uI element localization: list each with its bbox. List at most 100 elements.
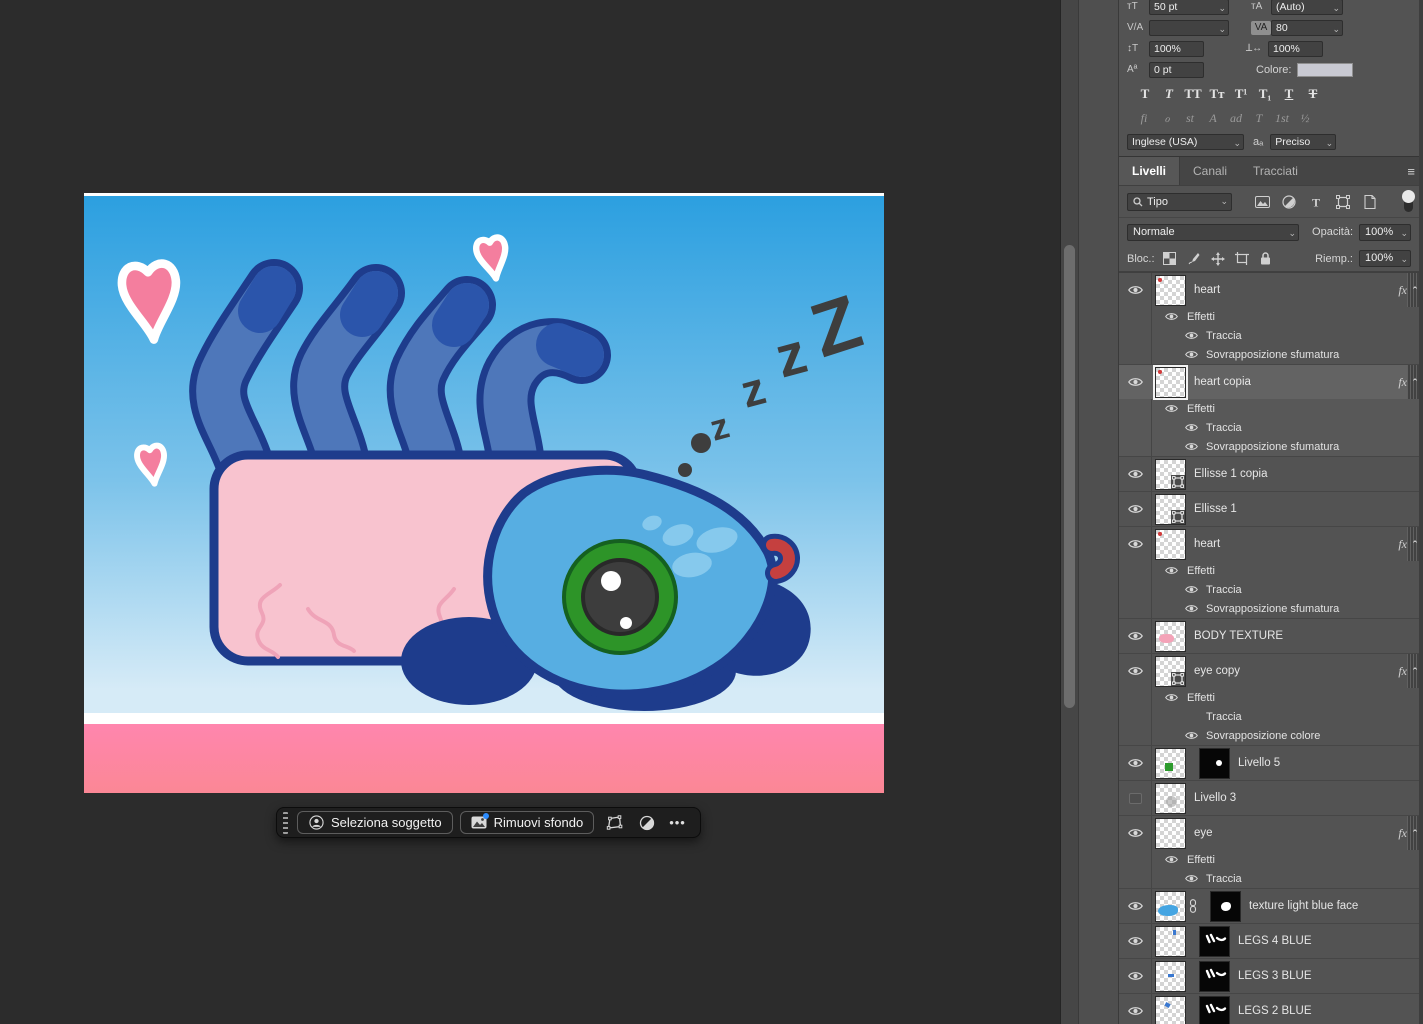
opentype-button-6[interactable]: 1st [1273, 111, 1291, 126]
layer-visibility-toggle[interactable] [1119, 365, 1151, 399]
layer-row-livello-5[interactable]: Livello 5 [1119, 746, 1423, 780]
layer-thumbnail[interactable] [1155, 818, 1186, 849]
effect-visibility-toggle[interactable] [1185, 874, 1198, 883]
layer-visibility-toggle[interactable] [1119, 959, 1151, 993]
layer-thumbnail[interactable] [1155, 961, 1186, 992]
antialias-combo[interactable]: Preciso⌄ [1270, 134, 1336, 150]
layer-visibility-toggle[interactable] [1119, 889, 1151, 923]
opentype-button-2[interactable]: st [1181, 111, 1199, 126]
fx-badge[interactable]: fx [1398, 664, 1407, 679]
tab-canali[interactable]: Canali [1180, 157, 1240, 185]
type-style-button-0[interactable]: T [1135, 86, 1155, 102]
layer-row-legs-2-blue[interactable]: LEGS 2 BLUE [1119, 994, 1423, 1024]
mask-link-icon[interactable] [1188, 899, 1197, 913]
tab-tracciati[interactable]: Tracciati [1240, 157, 1311, 185]
layer-visibility-toggle[interactable] [1119, 781, 1151, 815]
blend-mode-combo[interactable]: Normale⌄ [1127, 224, 1299, 241]
effect-visibility-toggle[interactable] [1165, 404, 1178, 413]
fx-badge[interactable]: fx [1398, 283, 1407, 298]
font-size-combo[interactable]: 50 pt⌄ [1149, 0, 1229, 15]
layer-effect-row[interactable]: Traccia [1119, 869, 1423, 888]
layer-effect-row[interactable]: Traccia [1119, 326, 1423, 345]
horizontal-scale-field[interactable]: 100% [1268, 41, 1323, 57]
effect-visibility-toggle[interactable] [1185, 585, 1198, 594]
fill-combo[interactable]: 100%⌄ [1359, 250, 1411, 267]
effect-visibility-toggle[interactable] [1165, 855, 1178, 864]
pixel-layer-filter-icon[interactable] [1254, 194, 1270, 210]
layer-row-texture-light-blue-face[interactable]: texture light blue face [1119, 889, 1423, 923]
layer-effect-row[interactable]: Traccia [1119, 580, 1423, 599]
layer-visibility-toggle[interactable] [1119, 527, 1151, 561]
opentype-button-0[interactable]: fi [1135, 111, 1153, 126]
layer-thumbnail[interactable] [1155, 996, 1186, 1024]
layer-effect-row[interactable]: Effetti [1119, 688, 1423, 707]
layer-effect-row[interactable]: Sovrapposizione sfumatura [1119, 345, 1423, 364]
language-combo[interactable]: Inglese (USA)⌄ [1127, 134, 1244, 150]
layer-row-ellisse-1[interactable]: Ellisse 1 [1119, 492, 1423, 526]
remove-background-button[interactable]: Rimuovi sfondo [460, 811, 595, 834]
opentype-button-1[interactable]: ℴ [1158, 111, 1176, 126]
layer-visibility-toggle[interactable] [1119, 619, 1151, 653]
filter-type-combo[interactable]: Tipo ⌄ [1127, 193, 1232, 211]
layer-thumbnail[interactable] [1155, 529, 1186, 560]
lock-paint-icon[interactable] [1187, 252, 1201, 266]
type-layer-filter-icon[interactable]: T [1308, 194, 1324, 210]
effect-visibility-toggle[interactable] [1165, 566, 1178, 575]
leading-combo[interactable]: (Auto)⌄ [1271, 0, 1343, 15]
layer-effect-row[interactable]: Effetti [1119, 850, 1423, 869]
type-style-button-4[interactable]: T¹ [1231, 86, 1251, 102]
layer-effect-row[interactable]: Effetti [1119, 399, 1423, 418]
layer-row-heart[interactable]: heartfx⌃ [1119, 273, 1423, 307]
tracking-combo[interactable]: 80⌄ [1271, 20, 1343, 36]
filter-toggle-switch[interactable] [1402, 190, 1415, 214]
layer-thumbnail[interactable] [1155, 494, 1186, 525]
layer-effect-row[interactable]: Sovrapposizione colore [1119, 726, 1423, 745]
opentype-button-4[interactable]: ad [1227, 111, 1245, 126]
layer-visibility-toggle[interactable] [1119, 492, 1151, 526]
vertical-scale-field[interactable]: 100% [1149, 41, 1204, 57]
layer-mask-thumbnail[interactable] [1210, 891, 1241, 922]
layer-thumbnail[interactable] [1155, 783, 1186, 814]
adjustments-icon[interactable] [634, 811, 660, 834]
lock-transparency-icon[interactable] [1163, 252, 1177, 266]
kerning-combo[interactable]: ⌄ [1149, 20, 1229, 36]
layer-visibility-toggle[interactable] [1119, 654, 1151, 688]
layer-row-heart[interactable]: heartfx⌃ [1119, 527, 1423, 561]
layer-row-livello-3[interactable]: Livello 3 [1119, 781, 1423, 815]
effect-visibility-toggle[interactable] [1185, 604, 1198, 613]
smart-object-filter-icon[interactable] [1362, 194, 1378, 210]
layer-thumbnail[interactable] [1155, 621, 1186, 652]
layer-effect-row[interactable]: Traccia [1119, 707, 1423, 726]
layer-thumbnail[interactable] [1155, 891, 1186, 922]
layer-visibility-toggle[interactable] [1119, 746, 1151, 780]
layer-visibility-toggle[interactable] [1119, 994, 1151, 1024]
layer-effect-row[interactable]: Effetti [1119, 307, 1423, 326]
type-style-button-7[interactable]: Ŧ [1303, 86, 1323, 102]
type-style-button-3[interactable]: Tᴛ [1207, 86, 1227, 102]
layer-mask-thumbnail[interactable] [1199, 996, 1230, 1024]
effect-visibility-toggle[interactable] [1185, 331, 1198, 340]
layer-row-legs-4-blue[interactable]: LEGS 4 BLUE [1119, 924, 1423, 958]
layer-row-ellisse-1-copia[interactable]: Ellisse 1 copia [1119, 457, 1423, 491]
layer-thumbnail[interactable] [1155, 656, 1186, 687]
layer-effect-row[interactable]: Sovrapposizione sfumatura [1119, 437, 1423, 456]
tab-livelli[interactable]: Livelli [1119, 157, 1180, 185]
shape-layer-filter-icon[interactable] [1335, 194, 1351, 210]
type-style-button-5[interactable]: T₁ [1255, 86, 1275, 102]
effect-visibility-toggle[interactable] [1165, 693, 1178, 702]
layer-effect-row[interactable]: Sovrapposizione sfumatura [1119, 599, 1423, 618]
opentype-button-7[interactable]: ½ [1296, 111, 1314, 126]
effect-visibility-toggle[interactable] [1185, 350, 1198, 359]
layer-effect-row[interactable]: Effetti [1119, 561, 1423, 580]
text-color-swatch[interactable] [1297, 63, 1353, 77]
fx-badge[interactable]: fx [1398, 826, 1407, 841]
layer-thumbnail[interactable] [1155, 748, 1186, 779]
layer-visibility-toggle[interactable] [1119, 273, 1151, 307]
layer-mask-thumbnail[interactable] [1199, 926, 1230, 957]
layer-visibility-toggle[interactable] [1119, 457, 1151, 491]
layer-effect-row[interactable]: Traccia [1119, 418, 1423, 437]
more-options-button[interactable]: ••• [667, 815, 688, 830]
layer-thumbnail[interactable] [1155, 275, 1186, 306]
opentype-button-5[interactable]: T [1250, 111, 1268, 126]
adjustment-layer-filter-icon[interactable] [1281, 194, 1297, 210]
